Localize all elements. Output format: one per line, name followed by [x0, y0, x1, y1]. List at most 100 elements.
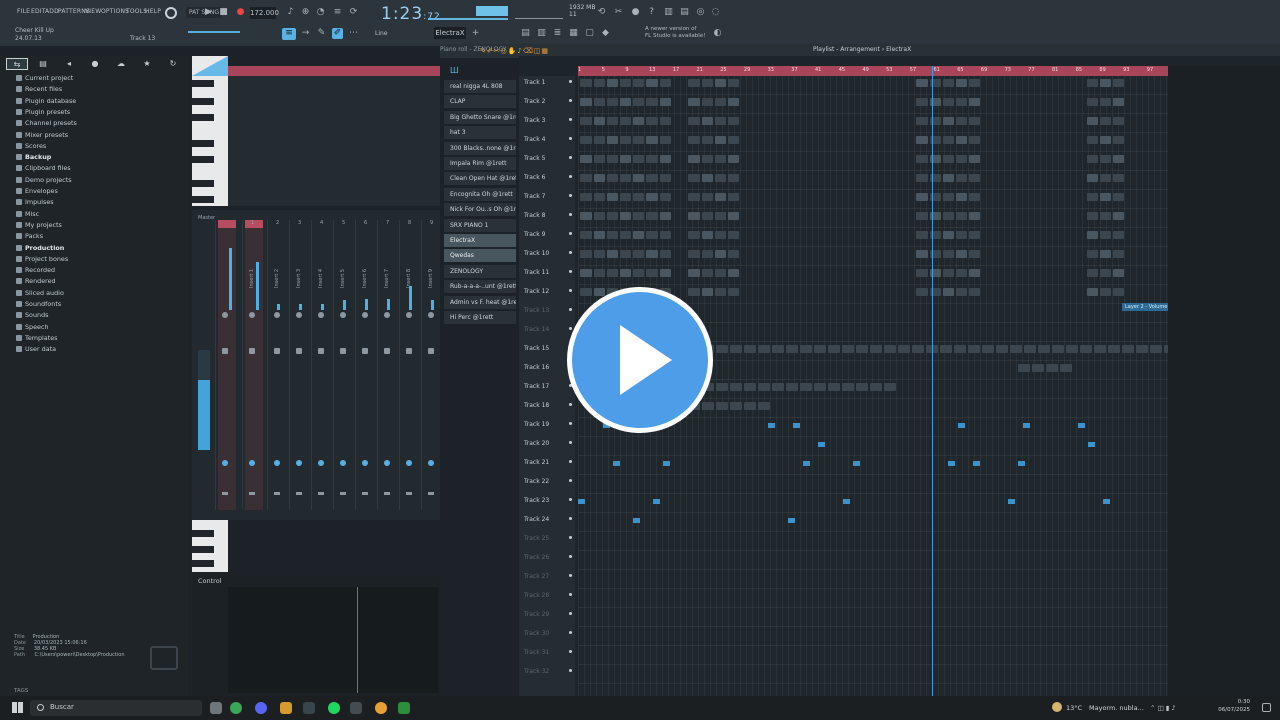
pattern-clip[interactable]: [659, 231, 671, 239]
audio-clip[interactable]: [772, 383, 784, 391]
pattern-clip[interactable]: [580, 155, 592, 163]
paint-icon[interactable]: ✐: [332, 28, 343, 39]
pattern-clip[interactable]: [969, 288, 981, 296]
pattern-clip[interactable]: [701, 288, 713, 296]
send-arrow-icon[interactable]: [222, 492, 228, 495]
pattern-clip[interactable]: [659, 136, 671, 144]
pattern-clip[interactable]: [969, 79, 981, 87]
mixer-icon[interactable]: ≣: [552, 28, 563, 39]
browser-item[interactable]: Plugin database: [16, 96, 186, 107]
audio-clip[interactable]: [1108, 345, 1120, 353]
pattern-clip[interactable]: [728, 231, 740, 239]
pattern-clip[interactable]: [606, 79, 618, 87]
pattern-clip[interactable]: [1086, 79, 1098, 87]
track-name[interactable]: Track 27: [524, 573, 549, 580]
track-name[interactable]: Track 31: [524, 649, 549, 656]
browser-icon[interactable]: ▢: [584, 28, 595, 39]
pattern-clip[interactable]: [701, 117, 713, 125]
pattern-clip[interactable]: [1086, 212, 1098, 220]
pattern-clip[interactable]: [728, 174, 740, 182]
arrow-right-icon[interactable]: →: [300, 28, 311, 39]
fx-slot-icon[interactable]: [222, 460, 228, 466]
tags-label[interactable]: TAGS: [14, 688, 28, 694]
pattern-clip[interactable]: [646, 136, 658, 144]
track-name[interactable]: Track 29: [524, 611, 549, 618]
audio-clip[interactable]: [884, 345, 896, 353]
pattern-clip[interactable]: [580, 231, 592, 239]
audio-clip[interactable]: [968, 345, 980, 353]
browser-item[interactable]: Templates: [16, 333, 186, 344]
play-icon[interactable]: ▶: [203, 7, 214, 18]
pianoroll-icon[interactable]: ▥: [536, 28, 547, 39]
pattern-clip[interactable]: [606, 212, 618, 220]
note-clip[interactable]: [633, 518, 640, 523]
pattern-clip[interactable]: [942, 155, 954, 163]
pan-knob[interactable]: [340, 312, 346, 318]
pan-knob[interactable]: [428, 312, 434, 318]
pan-knob[interactable]: [249, 312, 255, 318]
channel-button[interactable]: Hi Perc @1rett: [444, 311, 516, 324]
channel-button[interactable]: Nick For Ou..s Oh @1rett: [444, 203, 516, 217]
pattern-clip[interactable]: [593, 250, 605, 258]
automation-editor[interactable]: [228, 587, 438, 693]
pattern-clip[interactable]: [620, 79, 632, 87]
browser-item[interactable]: Recent files: [16, 84, 186, 95]
record-icon[interactable]: ●: [235, 7, 246, 18]
pattern-clip[interactable]: [916, 231, 928, 239]
pattern-clip[interactable]: [1113, 193, 1125, 201]
pattern-clip[interactable]: [728, 269, 740, 277]
add-pattern-icon[interactable]: +: [470, 28, 481, 39]
pattern-clip[interactable]: [1113, 174, 1125, 182]
snap-mode[interactable]: Line: [375, 30, 388, 37]
piano-roll-timeline[interactable]: [228, 66, 440, 76]
track-mute-led[interactable]: [569, 327, 572, 330]
track-name[interactable]: Track 9: [524, 231, 545, 238]
pattern-clip[interactable]: [1100, 288, 1112, 296]
pattern-clip[interactable]: [646, 174, 658, 182]
browser-item[interactable]: Clipboard files: [16, 163, 186, 174]
audio-clip[interactable]: [870, 383, 882, 391]
track-mute-led[interactable]: [569, 479, 572, 482]
pattern-clip[interactable]: [714, 117, 726, 125]
browser-item[interactable]: Production: [16, 243, 186, 254]
track-mute-led[interactable]: [569, 631, 572, 634]
chart-icon[interactable]: ▤: [679, 7, 690, 18]
pattern-clip[interactable]: [688, 288, 700, 296]
pattern-clip[interactable]: [606, 231, 618, 239]
browser-item[interactable]: Speech: [16, 322, 186, 333]
track-name[interactable]: Track 8: [524, 212, 545, 219]
audio-clip[interactable]: [786, 345, 798, 353]
channel-rack-icon[interactable]: ▦: [568, 28, 579, 39]
audio-clip[interactable]: [884, 383, 896, 391]
audio-clip[interactable]: [744, 345, 756, 353]
browser-item[interactable]: Packs: [16, 231, 186, 242]
pattern-clip[interactable]: [942, 231, 954, 239]
pattern-clip[interactable]: [1113, 98, 1125, 106]
pattern-clip[interactable]: [688, 98, 700, 106]
track-mute-led[interactable]: [569, 555, 572, 558]
pattern-clip[interactable]: [633, 212, 645, 220]
audio-clip[interactable]: [856, 383, 868, 391]
fx-slot-icon[interactable]: [318, 460, 324, 466]
pattern-clip[interactable]: [728, 155, 740, 163]
pattern-clip[interactable]: [956, 212, 968, 220]
send-arrow-icon[interactable]: [428, 492, 434, 495]
audio-clip[interactable]: [1122, 345, 1134, 353]
pan-knob[interactable]: [296, 312, 302, 318]
audio-clip[interactable]: [898, 345, 910, 353]
audio-clip[interactable]: [828, 383, 840, 391]
audio-clip[interactable]: [800, 383, 812, 391]
pattern-clip[interactable]: [916, 269, 928, 277]
pattern-clip[interactable]: [1086, 136, 1098, 144]
pattern-clip[interactable]: [942, 250, 954, 258]
audio-clip[interactable]: [842, 345, 854, 353]
audio-clip[interactable]: [828, 345, 840, 353]
pattern-clip[interactable]: [728, 193, 740, 201]
note-clip[interactable]: [948, 461, 955, 466]
note-clip[interactable]: [958, 423, 965, 428]
browser-tab-starred[interactable]: ★: [136, 58, 158, 70]
pan-knob[interactable]: [274, 312, 280, 318]
pattern-clip[interactable]: [659, 79, 671, 87]
send-arrow-icon[interactable]: [384, 492, 390, 495]
mixer-strip[interactable]: [292, 220, 308, 510]
